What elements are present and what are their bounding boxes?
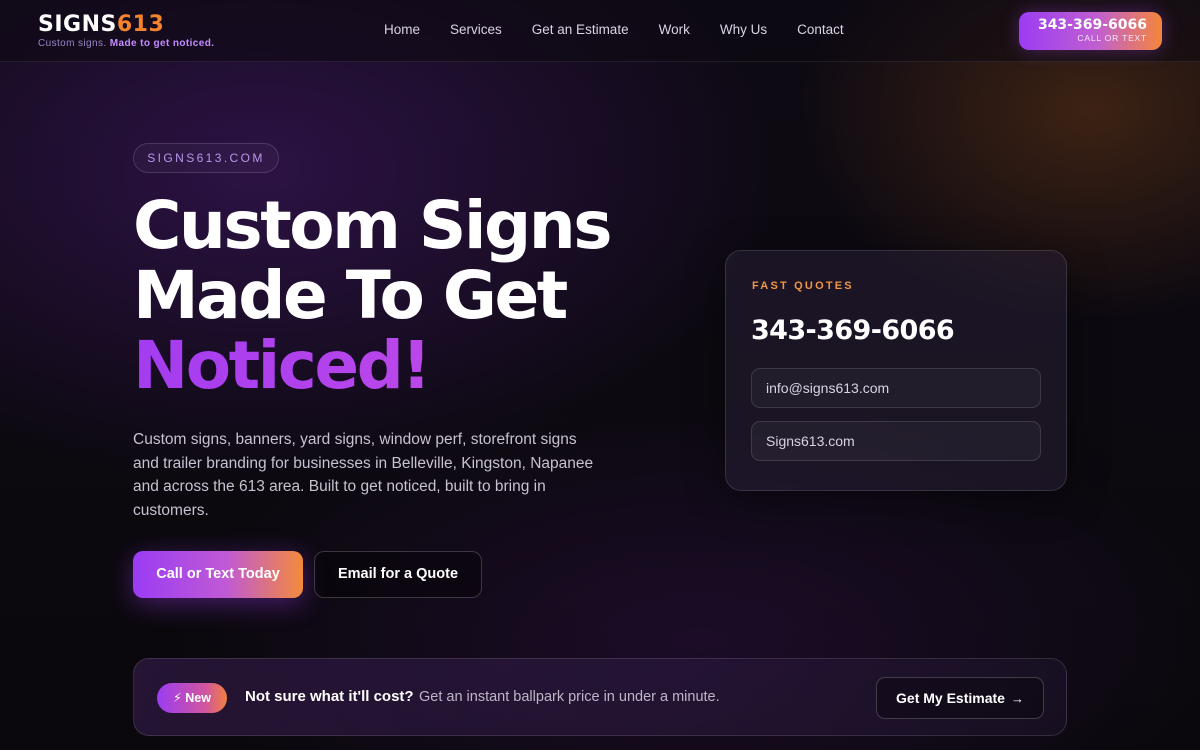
site-header: SIGNS613 Custom signs. Made to get notic… (0, 0, 1200, 62)
get-estimate-button[interactable]: Get My Estimate → (876, 677, 1044, 719)
card-label: FAST QUOTES (752, 280, 854, 292)
main-nav: Home Services Get an Estimate Work Why U… (384, 20, 844, 40)
logo-tagline: Custom signs. Made to get noticed. (38, 38, 215, 49)
nav-services[interactable]: Services (450, 20, 502, 40)
email-quote-button[interactable]: Email for a Quote (314, 551, 482, 598)
new-badge: ⚡ New (157, 683, 227, 713)
card-email-field[interactable]: info@signs613.com (751, 368, 1041, 408)
call-or-text-button[interactable]: Call or Text Today (133, 551, 303, 598)
card-website-field[interactable]: Signs613.com (751, 421, 1041, 461)
header-phone-number: 343-369-6066 (1037, 17, 1147, 33)
logo-wordmark: SIGNS613 (38, 12, 165, 37)
hero-headline: Custom Signs Made To Get Noticed! (133, 187, 613, 401)
site-url-pill: SIGNS613.COM (133, 143, 279, 173)
headline-line-2: Made To Get (133, 257, 568, 334)
nav-contact[interactable]: Contact (797, 20, 844, 40)
arrow-right-icon: → (1010, 691, 1024, 706)
nav-home[interactable]: Home (384, 20, 420, 40)
lightning-icon: ⚡ (173, 691, 182, 705)
header-phone-button[interactable]: 343-369-6066 CALL OR TEXT (1019, 12, 1162, 50)
estimate-banner: ⚡ New Not sure what it'll cost? Get an i… (133, 658, 1067, 736)
banner-text: Get an instant ballpark price in under a… (419, 689, 720, 705)
header-phone-sub: CALL OR TEXT (1077, 33, 1147, 43)
headline-line-1: Custom Signs (133, 187, 613, 264)
fast-quotes-card: FAST QUOTES 343-369-6066 info@signs613.c… (725, 250, 1067, 491)
card-phone-number[interactable]: 343-369-6066 (751, 315, 955, 346)
logo[interactable]: SIGNS613 Custom signs. Made to get notic… (38, 12, 214, 49)
banner-question: Not sure what it'll cost? (245, 688, 414, 705)
headline-line-3: Noticed! (133, 331, 610, 401)
nav-get-estimate[interactable]: Get an Estimate (532, 20, 629, 40)
nav-why-us[interactable]: Why Us (720, 20, 767, 40)
hero-description: Custom signs, banners, yard signs, windo… (133, 431, 594, 519)
nav-work[interactable]: Work (659, 20, 690, 40)
